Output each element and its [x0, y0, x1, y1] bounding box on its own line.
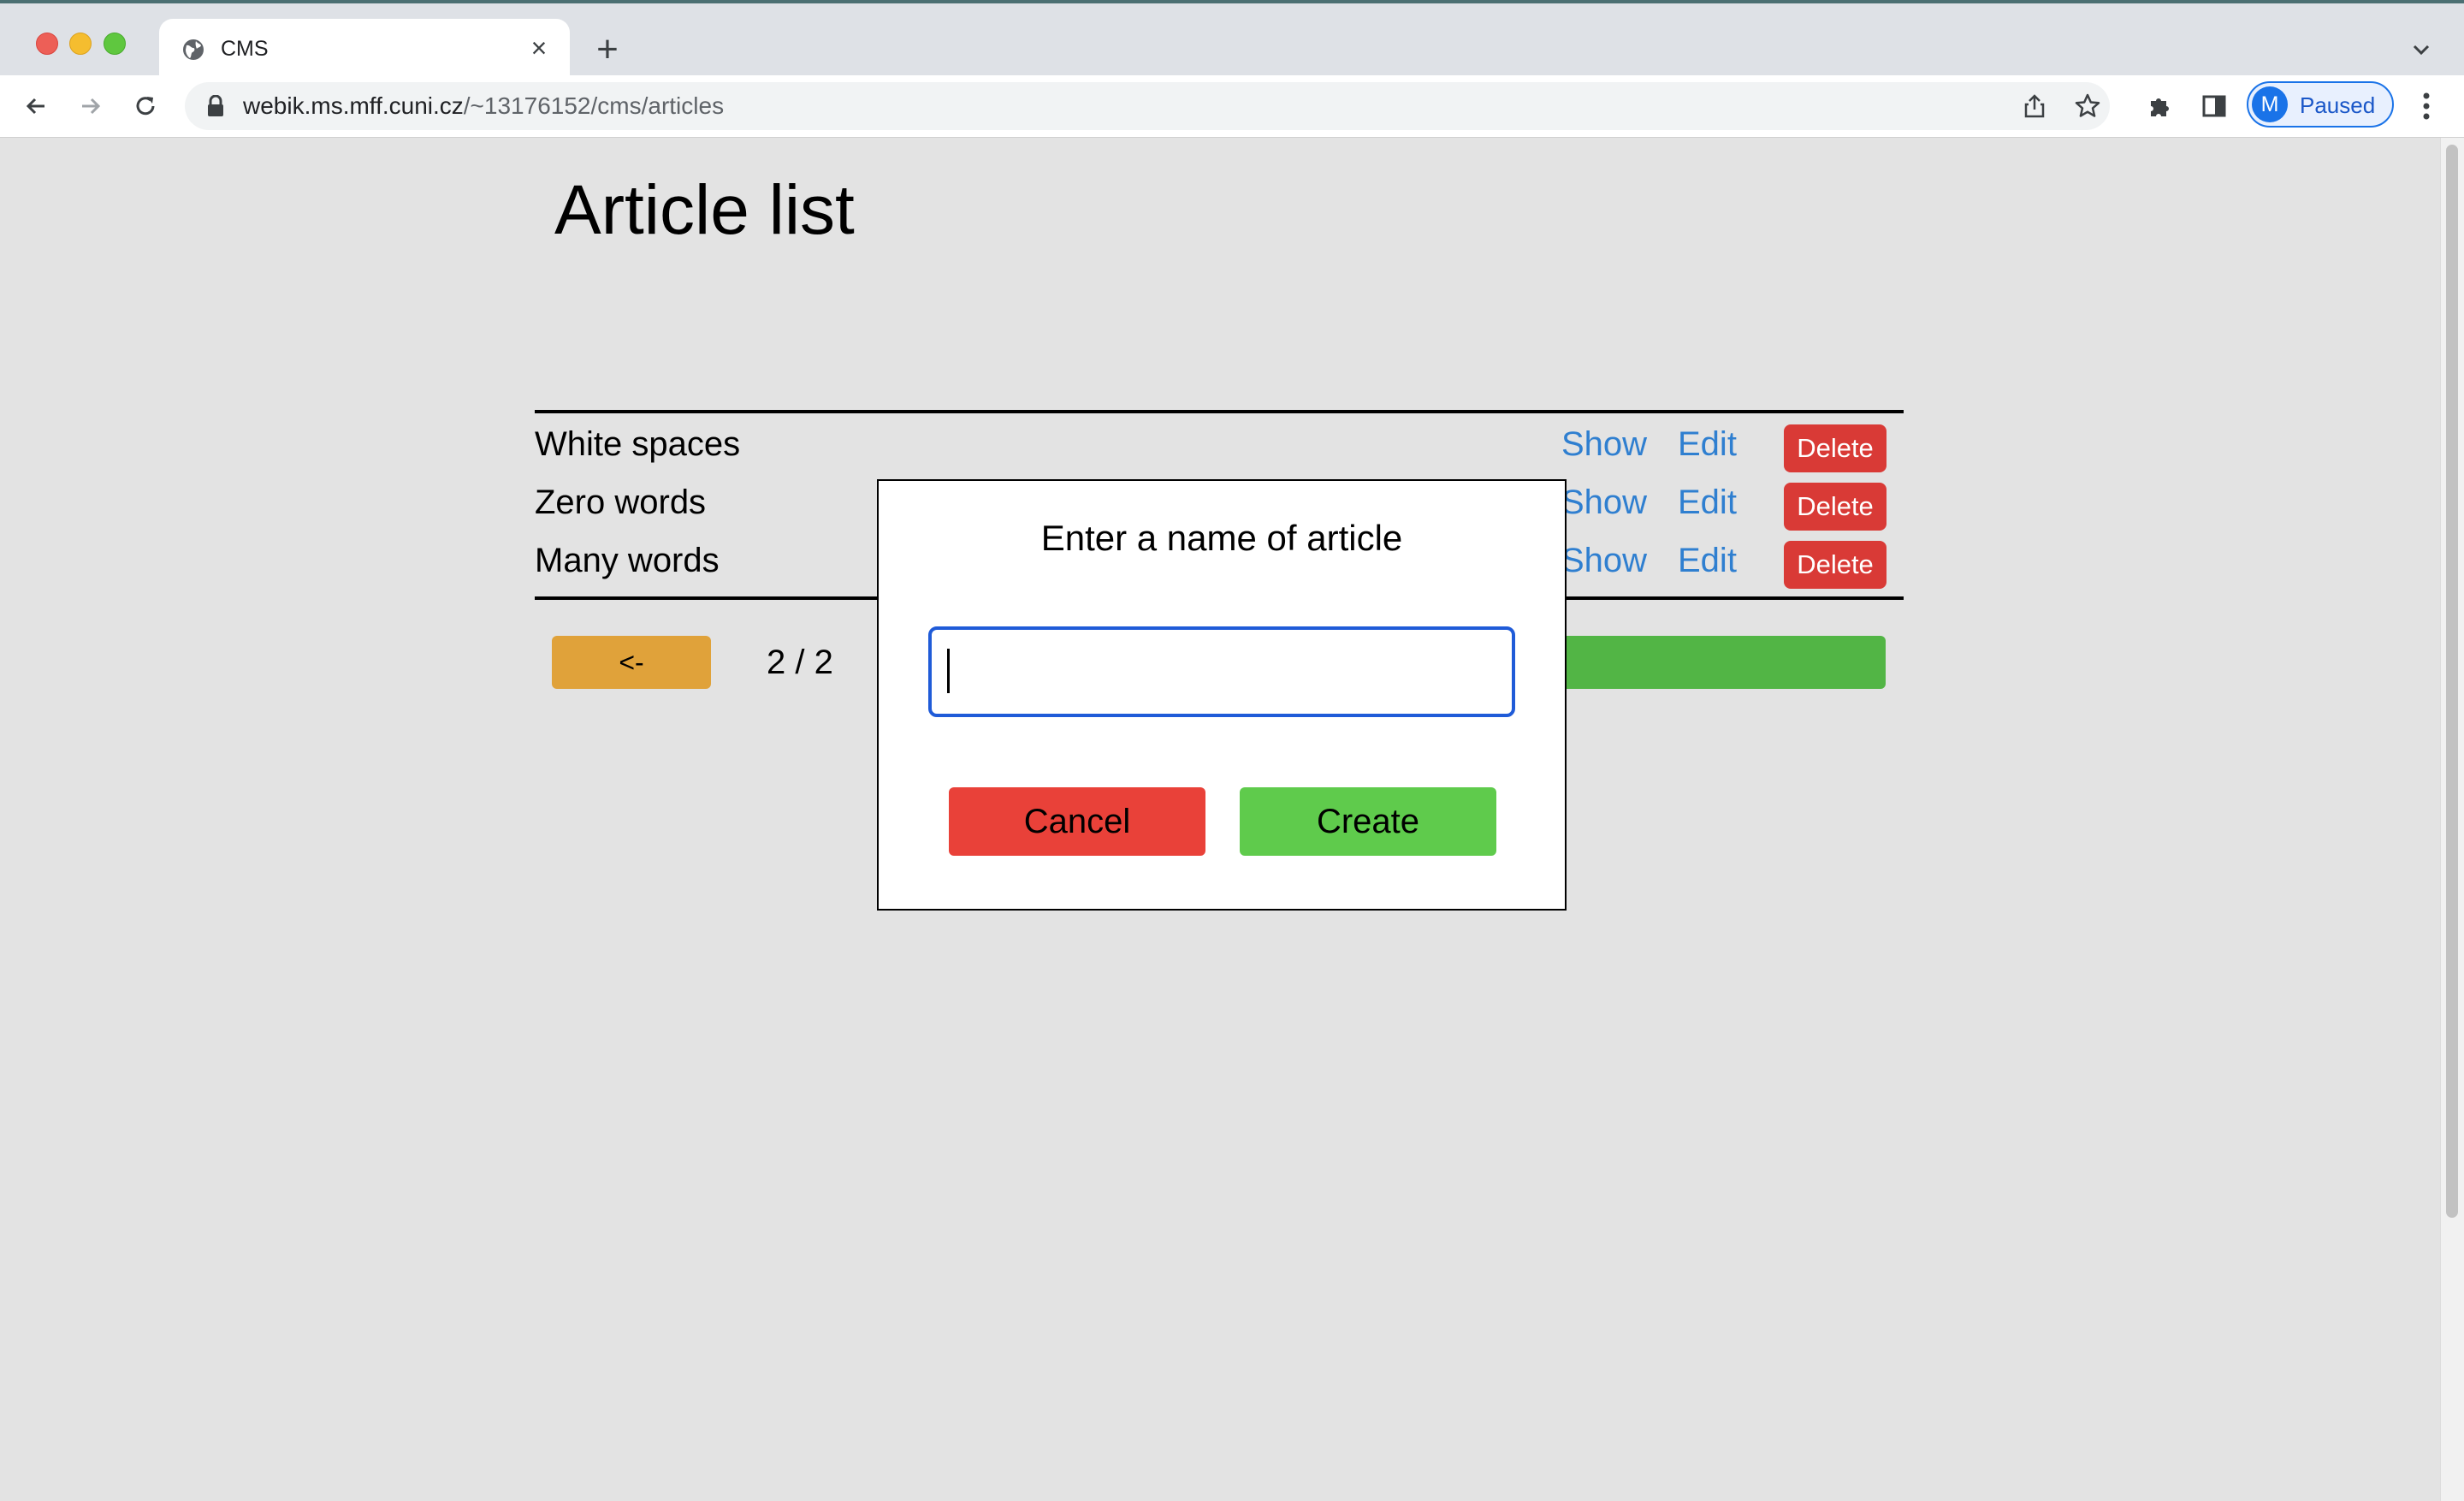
globe-icon	[183, 39, 204, 60]
browser-tab-cms[interactable]: CMS ×	[159, 19, 570, 79]
forward-arrow-icon[interactable]	[77, 92, 104, 120]
tab-strip: CMS × +	[0, 3, 2464, 79]
delete-button[interactable]: Delete	[1784, 424, 1886, 472]
url-text[interactable]: webik.ms.mff.cuni.cz/~13176152/cms/artic…	[243, 93, 724, 119]
new-tab-button[interactable]: +	[590, 31, 625, 68]
new-article-button[interactable]	[1564, 636, 1886, 689]
divider-top	[535, 410, 1904, 413]
article-name: White spaces	[535, 425, 741, 463]
delete-button[interactable]: Delete	[1784, 541, 1886, 589]
show-link[interactable]: Show	[1561, 541, 1647, 580]
edit-link[interactable]: Edit	[1678, 424, 1737, 464]
bookmark-star-icon[interactable]	[2074, 92, 2101, 120]
previous-page-button[interactable]: <-	[552, 636, 711, 689]
article-row: White spaces Show Edit Delete	[535, 414, 1904, 472]
show-link[interactable]: Show	[1561, 424, 1647, 464]
tab-search-chevron-down-icon[interactable]	[2408, 36, 2435, 63]
edit-link[interactable]: Edit	[1678, 541, 1737, 580]
dialog-title: Enter a name of article	[1040, 518, 1403, 558]
tab-close-icon[interactable]: ×	[525, 34, 553, 62]
back-arrow-icon[interactable]	[22, 92, 50, 120]
page-indicator: 2 / 2	[767, 644, 833, 681]
url-host: webik.ms.mff.cuni.cz	[243, 92, 464, 119]
tab-title: CMS	[221, 37, 269, 61]
extensions-puzzle-icon[interactable]	[2146, 92, 2173, 120]
address-bar[interactable]: webik.ms.mff.cuni.cz/~13176152/cms/artic…	[185, 82, 2110, 130]
avatar: M	[2252, 86, 2288, 122]
scrollbar[interactable]	[2440, 138, 2464, 1501]
page-title: Article list	[554, 171, 855, 249]
new-article-dialog: Enter a name of article Cancel Create	[877, 479, 1567, 911]
close-window-button[interactable]	[36, 33, 58, 55]
maximize-window-button[interactable]	[104, 33, 126, 55]
cancel-button[interactable]: Cancel	[949, 787, 1205, 856]
scrollbar-thumb[interactable]	[2446, 145, 2458, 1218]
side-panel-icon[interactable]	[2200, 92, 2228, 120]
profile-status: Paused	[2300, 92, 2376, 118]
profile-button[interactable]: M Paused	[2247, 81, 2394, 128]
text-caret	[947, 649, 950, 693]
edit-link[interactable]: Edit	[1678, 483, 1737, 522]
menu-dots-icon[interactable]	[2414, 89, 2438, 123]
create-button[interactable]: Create	[1240, 787, 1496, 856]
article-name-input[interactable]	[928, 626, 1515, 717]
show-link[interactable]: Show	[1561, 483, 1647, 522]
lock-icon[interactable]	[205, 95, 226, 117]
browser-toolbar: webik.ms.mff.cuni.cz/~13176152/cms/artic…	[0, 75, 2464, 138]
article-name: Many words	[535, 542, 720, 579]
url-path: /~13176152/cms/articles	[463, 92, 725, 119]
article-name: Zero words	[535, 484, 707, 521]
share-icon[interactable]	[2021, 92, 2048, 120]
minimize-window-button[interactable]	[69, 33, 92, 55]
delete-button[interactable]: Delete	[1784, 483, 1886, 531]
reload-icon[interactable]	[132, 92, 159, 120]
